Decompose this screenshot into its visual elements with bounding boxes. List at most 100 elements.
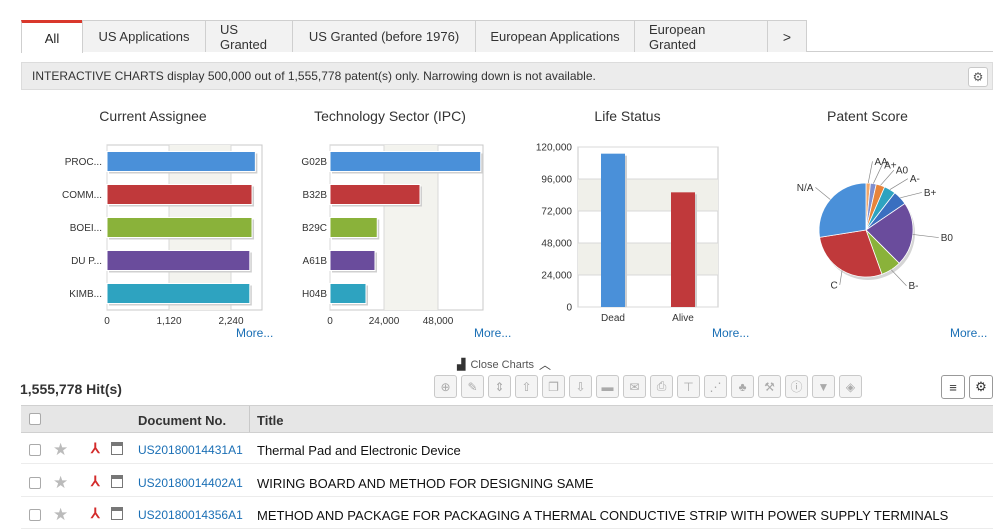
pie-slice xyxy=(818,182,867,238)
bar xyxy=(329,283,367,304)
document-icon[interactable] xyxy=(111,507,123,520)
menu-icon: ≡ xyxy=(949,379,957,395)
y-tick-label: 72,000 xyxy=(541,207,572,218)
star-icon[interactable]: ★ xyxy=(53,440,68,460)
tab-us-applications[interactable]: US Applications xyxy=(82,20,206,52)
edit-icon[interactable]: ✎ xyxy=(461,375,484,398)
network-icon[interactable]: ⋰ xyxy=(704,375,727,398)
sector-chart-title: Technology Sector (IPC) xyxy=(314,108,466,124)
column-header-title[interactable]: Title xyxy=(257,413,284,428)
category-label: H04B xyxy=(302,289,327,300)
tab-all[interactable]: All xyxy=(21,20,83,53)
charts-notice-bar: INTERACTIVE CHARTS display 500,000 out o… xyxy=(21,62,993,90)
pie-leader-line xyxy=(889,178,909,190)
category-label: Alive xyxy=(672,313,694,324)
hammer-icon[interactable]: ⚒ xyxy=(758,375,781,398)
table-row[interactable]: ★ ⅄ US20180014356A1 METHOD AND PACKAGE F… xyxy=(21,501,993,529)
chart-settings-button[interactable]: ⚙ xyxy=(968,67,988,87)
category-label: DU P... xyxy=(71,256,102,267)
x-tick-label: 24,000 xyxy=(369,316,400,327)
patent-score-pie-chart[interactable]: AAA+ A0A-B+B0B-CN/A xyxy=(780,140,980,320)
bar-chart-icon: ▟ xyxy=(457,359,466,371)
print-icon[interactable]: ⎙ xyxy=(650,375,673,398)
bar xyxy=(329,250,376,271)
column-header-document-no[interactable]: Document No. xyxy=(138,413,226,428)
document-title: Thermal Pad and Electronic Device xyxy=(257,443,461,458)
info-icon[interactable]: ⓘ xyxy=(785,375,808,398)
pie-slice-label: B+ xyxy=(924,188,937,199)
pie-slice-label: A- xyxy=(910,174,920,185)
table-row[interactable]: ★ ⅄ US20180014402A1 WIRING BOARD AND MET… xyxy=(21,469,993,497)
row-checkbox[interactable] xyxy=(29,444,41,456)
globe-icon[interactable]: ⊕ xyxy=(434,375,457,398)
document-number-link[interactable]: US20180014356A1 xyxy=(138,508,243,522)
gear-icon: ⚙ xyxy=(975,379,987,394)
sector-bar-chart[interactable]: 0 24,000 48,000 G02B B32B B29C A61B H04B xyxy=(280,130,500,330)
list-view-button[interactable]: ≡ xyxy=(941,375,965,399)
tab-next-button[interactable]: > xyxy=(767,20,807,52)
pdf-icon[interactable]: ⅄ xyxy=(91,440,100,457)
document-icon[interactable] xyxy=(111,475,123,488)
column-divider xyxy=(249,406,250,432)
category-label: A61B xyxy=(303,256,328,267)
document-number-link[interactable]: US20180014402A1 xyxy=(138,476,243,490)
pie-slice-label: N/A xyxy=(797,183,814,194)
star-icon[interactable]: ★ xyxy=(53,473,68,493)
pdf-icon[interactable]: ⅄ xyxy=(91,505,100,522)
layers-icon[interactable]: ◈ xyxy=(839,375,862,398)
star-icon[interactable]: ★ xyxy=(53,505,68,525)
download-icon[interactable]: ⇩ xyxy=(569,375,592,398)
y-tick-label: 24,000 xyxy=(541,271,572,282)
sort-icon[interactable]: ⇕ xyxy=(488,375,511,398)
category-label: G02B xyxy=(301,157,327,168)
sector-more-link[interactable]: More... xyxy=(474,326,511,340)
upload-icon[interactable]: ⇧ xyxy=(515,375,538,398)
result-tabs: All US Applications US Granted US Grante… xyxy=(21,20,993,53)
life-more-link[interactable]: More... xyxy=(712,326,749,340)
pie-leader-line xyxy=(867,161,873,184)
copy-icon[interactable]: ❐ xyxy=(542,375,565,398)
close-charts-toggle[interactable]: ▟ Close Charts ︿ xyxy=(457,356,551,373)
pdf-icon[interactable]: ⅄ xyxy=(91,473,100,490)
tree-icon[interactable]: ♣ xyxy=(731,375,754,398)
email-icon[interactable]: ✉ xyxy=(623,375,646,398)
pie-leader-line xyxy=(880,169,895,186)
score-more-link[interactable]: More... xyxy=(950,326,987,340)
pie-slice-label: B0 xyxy=(941,233,954,244)
x-tick-label: 0 xyxy=(327,316,333,327)
life-status-bar-chart[interactable]: 120,000 96,000 72,000 48,000 24,000 0 Dead Aliv… xyxy=(520,130,730,330)
bar xyxy=(106,184,253,205)
tab-european-granted[interactable]: European Granted xyxy=(634,20,768,52)
life-chart-title: Life Status xyxy=(594,108,661,124)
tab-us-granted-before-1976[interactable]: US Granted (before 1976) xyxy=(292,20,476,52)
bar xyxy=(671,192,695,307)
results-toolbar: ⊕ ✎ ⇕ ⇧ ❐ ⇩ ▬ ✉ ⎙ ⊤ ⋰ ♣ ⚒ ⓘ ▼ ◈ xyxy=(434,375,862,398)
pie-leader-line xyxy=(890,269,907,286)
tab-european-applications[interactable]: European Applications xyxy=(475,20,635,52)
pie-leader-line xyxy=(839,270,843,285)
gear-icon: ⚙ xyxy=(972,70,984,84)
filter-icon[interactable]: ▼ xyxy=(812,375,835,398)
charts-notice-text: INTERACTIVE CHARTS display 500,000 out o… xyxy=(32,69,596,83)
row-checkbox[interactable] xyxy=(29,509,41,521)
bar xyxy=(329,151,482,172)
bar xyxy=(106,283,251,304)
table-row[interactable]: ★ ⅄ US20180014431A1 Thermal Pad and Elec… xyxy=(21,436,993,464)
results-table-header: Document No. Title xyxy=(21,405,993,433)
pie-slice-label: A0 xyxy=(896,166,909,177)
folder-icon[interactable]: ▬ xyxy=(596,375,619,398)
row-checkbox[interactable] xyxy=(29,477,41,489)
document-icon[interactable] xyxy=(111,442,123,455)
assignee-more-link[interactable]: More... xyxy=(236,326,273,340)
pie-slice-label: B- xyxy=(908,281,918,292)
select-all-checkbox[interactable] xyxy=(29,413,41,425)
document-number-link[interactable]: US20180014431A1 xyxy=(138,443,243,457)
y-tick-label: 0 xyxy=(566,303,572,314)
document-title: METHOD AND PACKAGE FOR PACKAGING A THERM… xyxy=(257,508,949,523)
hierarchy-icon[interactable]: ⊤ xyxy=(677,375,700,398)
table-settings-button[interactable]: ⚙ xyxy=(969,375,993,399)
close-charts-label: Close Charts xyxy=(470,358,535,371)
assignee-bar-chart[interactable]: 0 1,120 2,240PROC...COMM...BOEI...DU P...K… xyxy=(20,130,280,330)
tab-us-granted[interactable]: US Granted xyxy=(205,20,293,52)
bar xyxy=(106,151,256,172)
